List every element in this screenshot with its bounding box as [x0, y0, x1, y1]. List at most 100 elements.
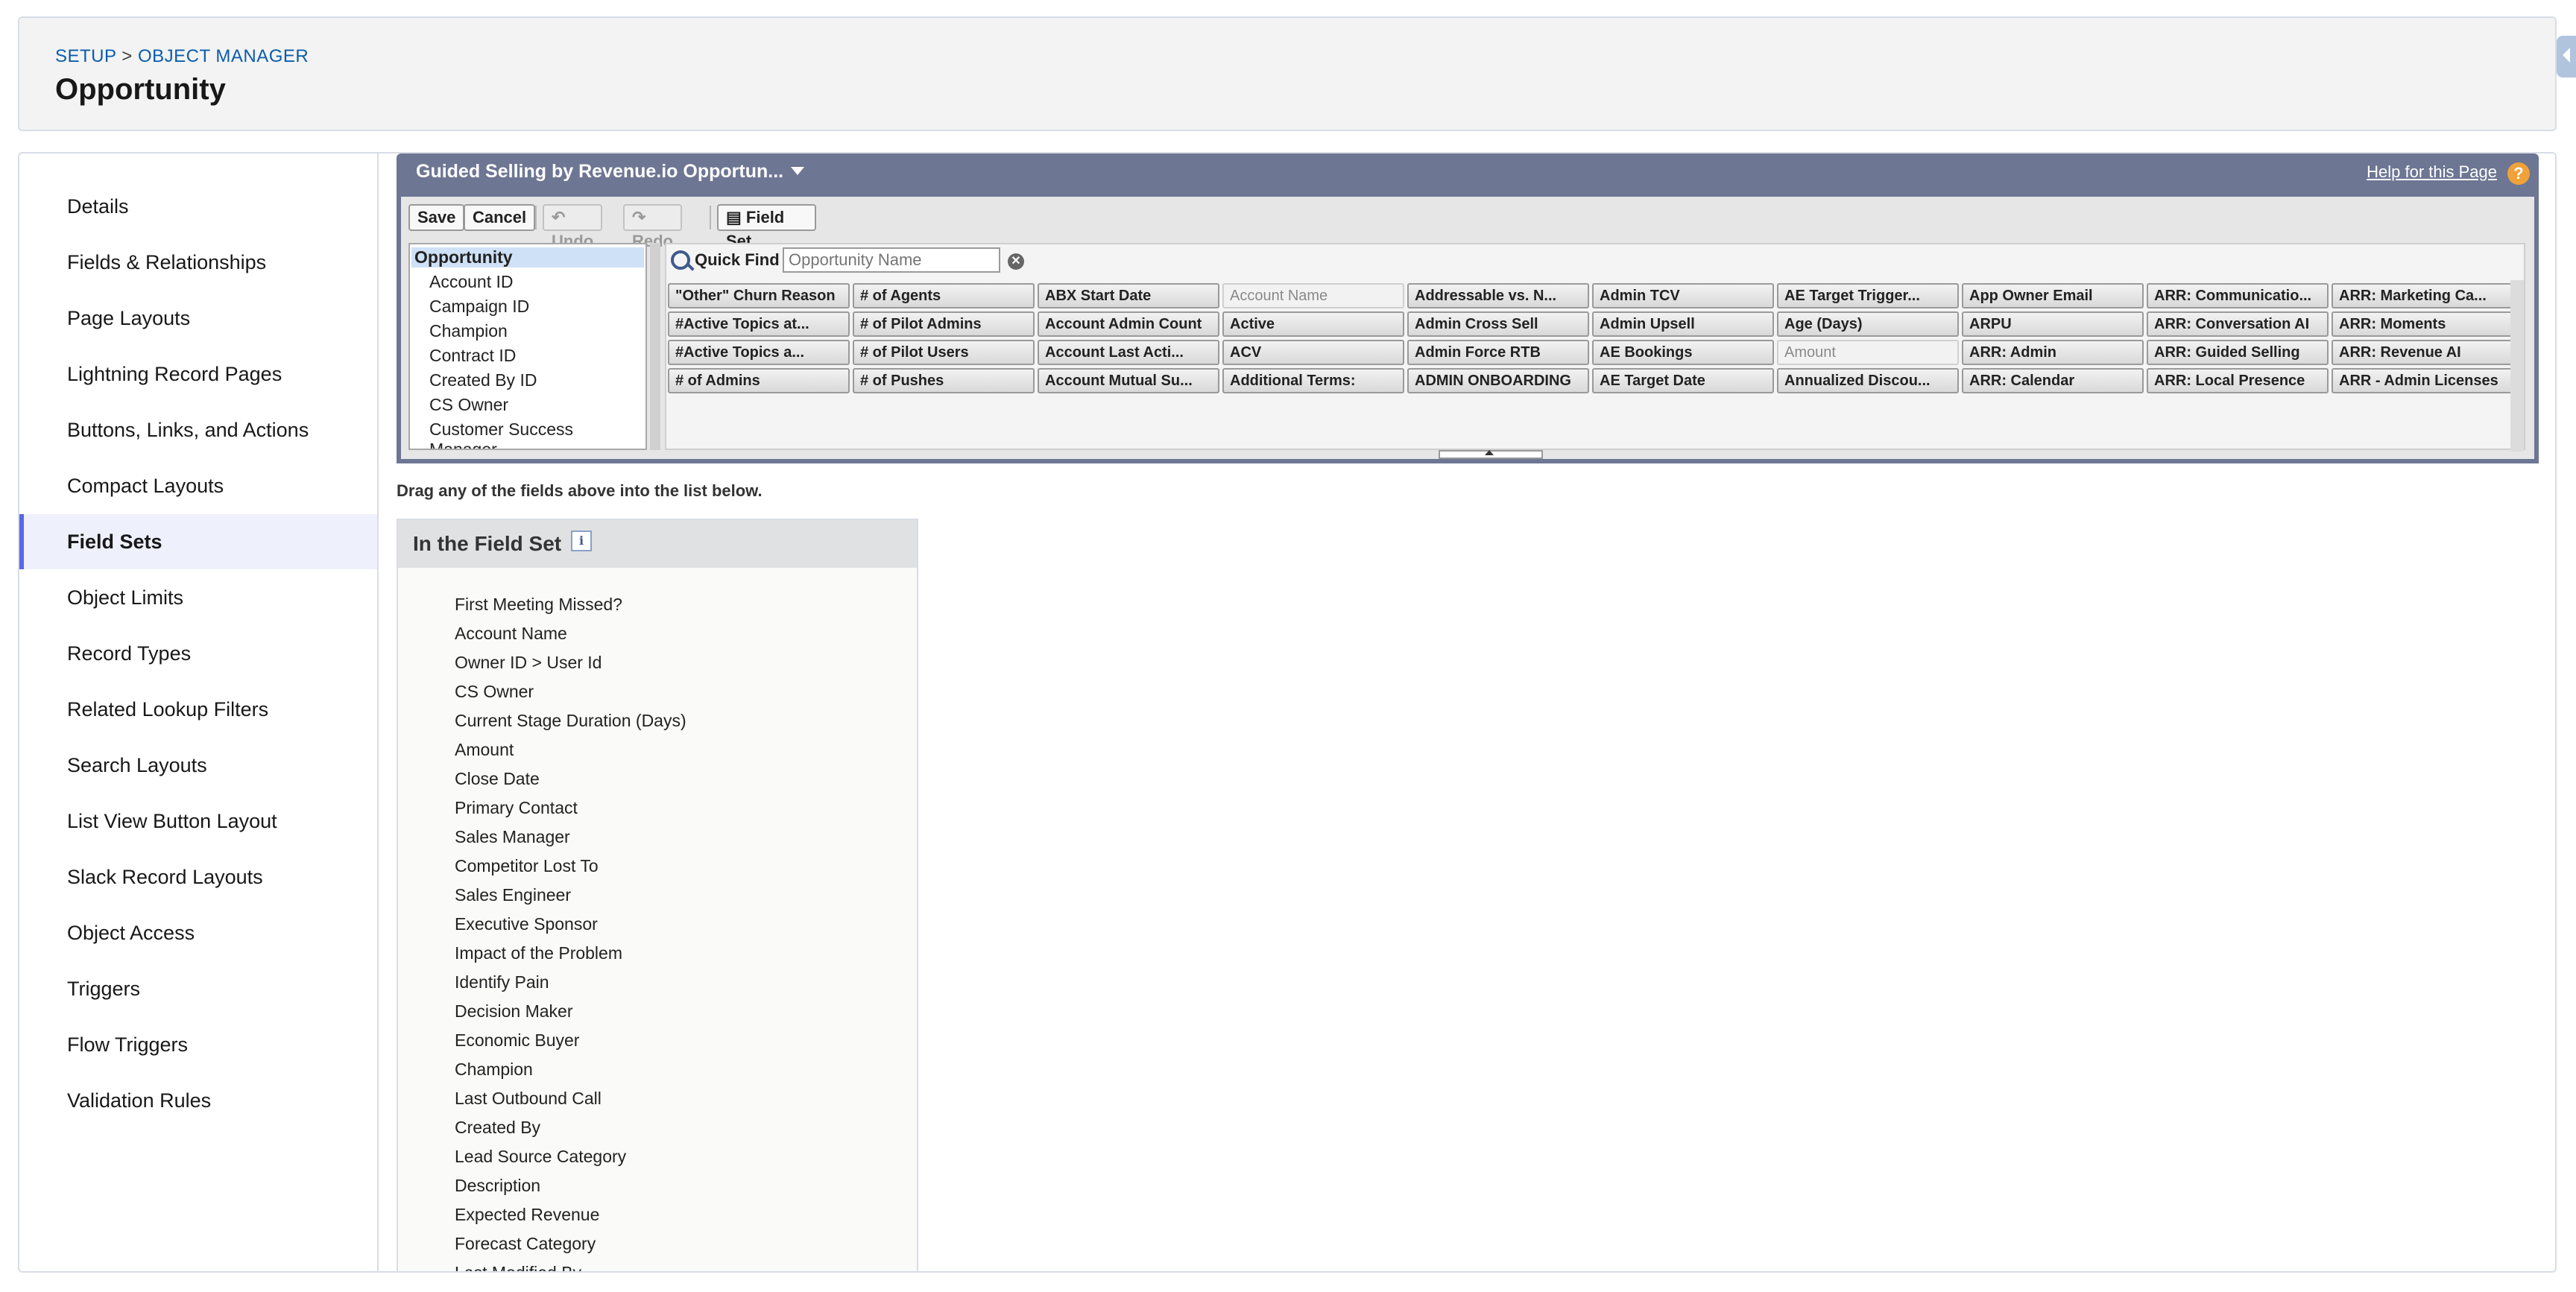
palette-field-chip[interactable]: ARR: Marketing Ca... — [2332, 283, 2513, 308]
palette-field-chip[interactable]: Additional Terms: — [1222, 368, 1404, 393]
palette-field-chip[interactable]: Age (Days) — [1777, 311, 1959, 337]
sidebar-item[interactable]: Field Sets — [19, 514, 377, 569]
sidebar-item[interactable]: Buttons, Links, and Actions — [19, 402, 377, 457]
field-set-item[interactable]: Identify Pain — [455, 972, 549, 992]
field-set-item[interactable]: Decision Maker — [455, 1001, 573, 1022]
palette-field-chip[interactable]: #Active Topics a... — [668, 340, 850, 365]
palette-field-chip[interactable]: Account Name — [1222, 283, 1404, 308]
field-set-item[interactable]: First Meeting Missed? — [455, 595, 622, 615]
field-set-item[interactable]: Last Modified By — [455, 1263, 581, 1271]
sidebar-item[interactable]: Compact Layouts — [19, 458, 377, 513]
field-set-item[interactable]: Sales Engineer — [455, 885, 571, 905]
field-set-item[interactable]: Current Stage Duration (Days) — [455, 711, 686, 731]
palette-field-chip[interactable]: "Other" Churn Reason — [668, 283, 850, 308]
palette-field-chip[interactable]: App Owner Email — [1962, 283, 2144, 308]
object-list-item[interactable]: CS Owner — [429, 395, 508, 415]
clear-search-icon[interactable]: ✕ — [1008, 253, 1024, 270]
object-list-item[interactable]: Contract ID — [429, 346, 516, 366]
field-set-item[interactable]: Impact of the Problem — [455, 943, 622, 963]
palette-field-chip[interactable]: ARR: Local Presence — [2147, 368, 2329, 393]
object-list-item[interactable]: Account ID — [429, 272, 514, 292]
field-set-item[interactable]: Executive Sponsor — [455, 914, 598, 934]
sidebar-item[interactable]: Flow Triggers — [19, 1017, 377, 1072]
field-set-item[interactable]: Champion — [455, 1060, 533, 1080]
undo-button[interactable]: ↶ Undo — [543, 204, 603, 250]
field-set-item[interactable]: Primary Contact — [455, 798, 578, 818]
sidebar-item[interactable]: Related Lookup Filters — [19, 682, 377, 737]
field-set-item[interactable]: Sales Manager — [455, 827, 570, 847]
field-set-item[interactable]: Competitor Lost To — [455, 856, 599, 876]
palette-field-chip[interactable]: Admin Force RTB — [1407, 340, 1589, 365]
sidebar-item[interactable]: Triggers — [19, 961, 377, 1016]
object-list-scrollbar[interactable] — [650, 243, 660, 450]
palette-field-chip[interactable]: ARR: Guided Selling — [2147, 340, 2329, 365]
palette-field-chip[interactable]: ARR: Calendar — [1962, 368, 2144, 393]
info-icon[interactable]: i — [571, 531, 592, 551]
palette-field-chip[interactable]: Account Mutual Su... — [1038, 368, 1219, 393]
field-set-item[interactable]: Lead Source Category — [455, 1147, 626, 1167]
palette-field-chip[interactable]: # of Pushes — [853, 368, 1035, 393]
field-set-item[interactable]: Economic Buyer — [455, 1030, 579, 1051]
save-button[interactable]: Save — [408, 204, 465, 231]
sidebar-item[interactable]: List View Button Layout — [19, 794, 377, 849]
palette-field-chip[interactable]: ACV — [1222, 340, 1404, 365]
palette-field-chip[interactable]: Admin TCV — [1592, 283, 1774, 308]
sidebar-item[interactable]: Record Types — [19, 626, 377, 681]
palette-field-chip[interactable]: Account Last Acti... — [1038, 340, 1219, 365]
object-list-item-selected[interactable]: Opportunity — [411, 247, 644, 267]
palette-field-chip[interactable]: # of Agents — [853, 283, 1035, 308]
palette-field-chip[interactable]: Admin Cross Sell — [1407, 311, 1589, 337]
field-set-item[interactable]: CS Owner — [455, 682, 534, 702]
palette-title-dropdown[interactable]: Guided Selling by Revenue.io Opportun... — [416, 161, 805, 183]
field-set-item[interactable]: Amount — [455, 740, 514, 760]
field-set-item[interactable]: Account Name — [455, 624, 567, 644]
sidebar-item[interactable]: Page Layouts — [19, 291, 377, 346]
quick-find-input[interactable] — [783, 247, 1000, 273]
palette-field-chip[interactable]: # of Pilot Admins — [853, 311, 1035, 337]
collapse-panel-tab[interactable] — [2557, 36, 2576, 77]
field-set-item[interactable]: Created By — [455, 1118, 540, 1138]
field-set-item[interactable]: Expected Revenue — [455, 1205, 599, 1225]
field-set-item[interactable]: Owner ID > User Id — [455, 653, 602, 673]
field-set-item[interactable]: Close Date — [455, 769, 540, 789]
palette-field-chip[interactable]: Account Admin Count — [1038, 311, 1219, 337]
palette-field-chip[interactable]: ARPU — [1962, 311, 2144, 337]
palette-field-chip[interactable]: Admin Upsell — [1592, 311, 1774, 337]
sidebar-item[interactable]: Validation Rules — [19, 1073, 377, 1128]
palette-field-chip[interactable]: # of Admins — [668, 368, 850, 393]
palette-field-chip[interactable]: AE Bookings — [1592, 340, 1774, 365]
palette-field-chip[interactable]: Amount — [1777, 340, 1959, 365]
sidebar-item[interactable]: Fields & Relationships — [19, 235, 377, 290]
palette-resize-handle[interactable] — [1439, 450, 1543, 459]
breadcrumb-object-manager-link[interactable]: OBJECT MANAGER — [138, 46, 309, 66]
palette-field-chip[interactable]: ABX Start Date — [1038, 283, 1219, 308]
palette-field-chip[interactable]: Addressable vs. N... — [1407, 283, 1589, 308]
palette-field-chip[interactable]: ARR: Revenue AI — [2332, 340, 2513, 365]
palette-field-chip[interactable]: ARR: Admin — [1962, 340, 2144, 365]
object-field-list[interactable]: Opportunity Account ID Campaign ID Champion… — [408, 243, 647, 450]
field-set-item[interactable]: Forecast Category — [455, 1234, 596, 1254]
object-list-item[interactable]: Customer Success Manager — [429, 419, 645, 449]
palette-field-chip[interactable]: AE Target Trigger... — [1777, 283, 1959, 308]
palette-field-chip[interactable]: #Active Topics at... — [668, 311, 850, 337]
sidebar-item[interactable]: Lightning Record Pages — [19, 346, 377, 402]
palette-field-chip[interactable]: ARR: Communicatio... — [2147, 283, 2329, 308]
sidebar-item[interactable]: Slack Record Layouts — [19, 849, 377, 905]
sidebar-item[interactable]: Details — [19, 179, 377, 234]
palette-field-chip[interactable]: Active — [1222, 311, 1404, 337]
sidebar-item[interactable]: Object Limits — [19, 570, 377, 625]
palette-field-chip[interactable]: ADMIN ONBOARDING — [1407, 368, 1589, 393]
field-grid-scrollbar[interactable] — [2510, 280, 2524, 452]
redo-button[interactable]: ↷ Redo — [623, 204, 682, 250]
field-set-item[interactable]: Last Outbound Call — [455, 1089, 602, 1109]
object-list-item[interactable]: Campaign ID — [429, 297, 529, 317]
palette-field-chip[interactable]: AE Target Date — [1592, 368, 1774, 393]
help-icon[interactable]: ? — [2507, 162, 2530, 185]
palette-field-chip[interactable]: Annualized Discou... — [1777, 368, 1959, 393]
palette-field-chip[interactable]: ARR: Conversation AI — [2147, 311, 2329, 337]
palette-field-chip[interactable]: ARR: Moments — [2332, 311, 2513, 337]
sidebar-item[interactable]: Object Access — [19, 905, 377, 960]
sidebar-item[interactable]: Search Layouts — [19, 738, 377, 793]
field-set-item[interactable]: Description — [455, 1176, 540, 1196]
cancel-button[interactable]: Cancel — [464, 204, 536, 231]
